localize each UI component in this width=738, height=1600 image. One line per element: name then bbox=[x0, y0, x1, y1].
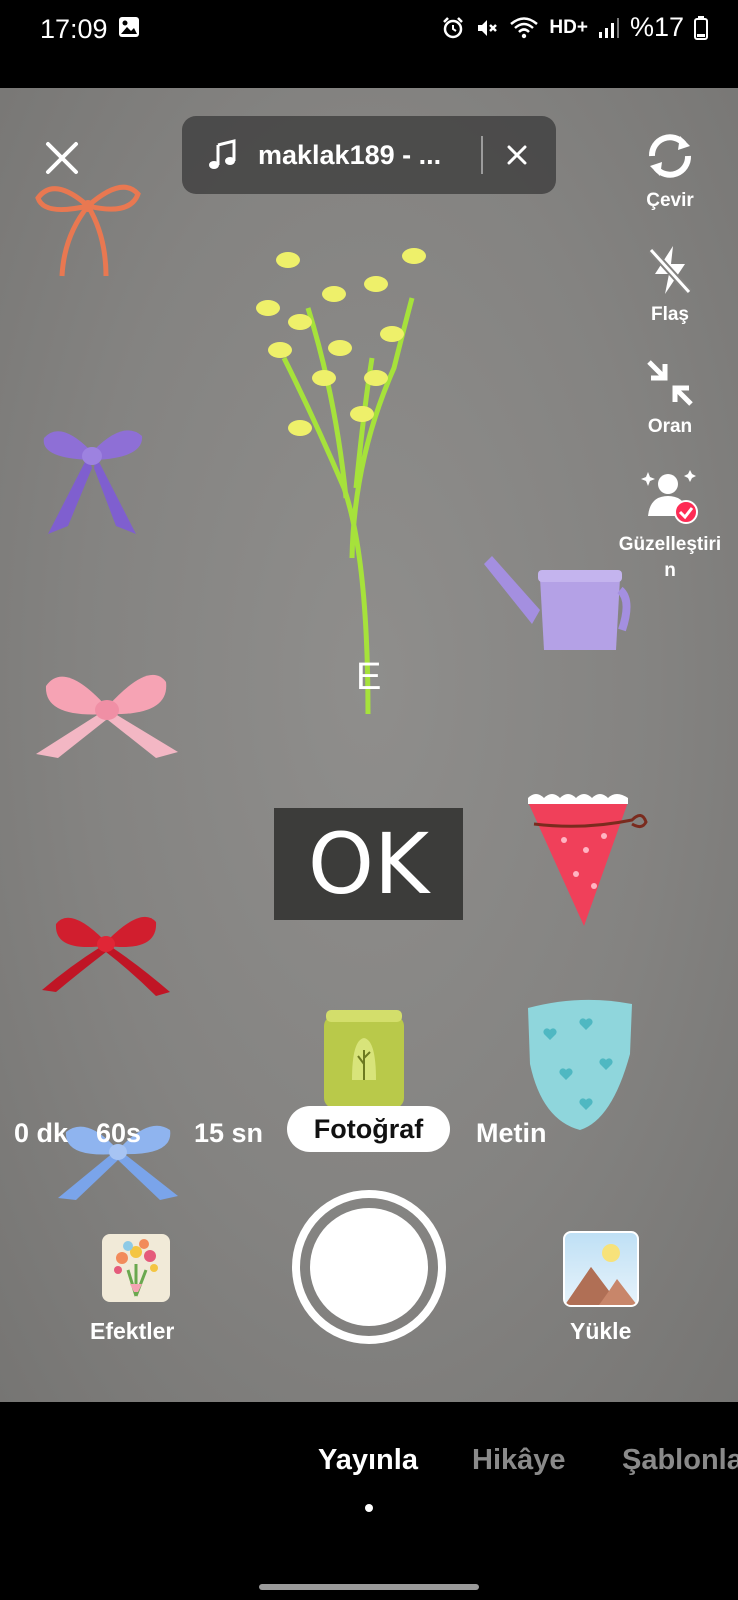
music-divider bbox=[481, 136, 483, 174]
orange-bow-sticker[interactable] bbox=[34, 176, 142, 284]
flash-button[interactable]: Flaş bbox=[610, 242, 730, 326]
flower-branch-sticker[interactable] bbox=[244, 238, 430, 718]
camera-preview[interactable]: maklak189 - ... Çevir Flaş Oran Güzelleş… bbox=[0, 88, 738, 1402]
music-title: maklak189 - ... bbox=[258, 139, 442, 170]
mute-icon bbox=[478, 19, 498, 36]
tab-story[interactable]: Hikâye bbox=[472, 1444, 566, 1477]
effects-button[interactable] bbox=[102, 1234, 170, 1302]
bottom-nav: Yayınla Hikâye Şablonla bbox=[0, 1402, 738, 1600]
wifi-icon bbox=[510, 16, 539, 38]
pink-bouquet-wrap-sticker[interactable] bbox=[524, 790, 648, 928]
battery-icon bbox=[694, 15, 708, 40]
mode-10min[interactable]: 0 dk bbox=[14, 1118, 68, 1149]
network-type: HD+ bbox=[549, 16, 588, 38]
ratio-label: Oran bbox=[647, 416, 693, 437]
beautify-label: Güzelleştiri n bbox=[618, 534, 722, 581]
remove-music-icon[interactable] bbox=[504, 142, 530, 168]
upload-button[interactable] bbox=[563, 1231, 639, 1307]
close-icon[interactable] bbox=[42, 138, 82, 178]
signal-icon bbox=[598, 17, 619, 38]
upload-label: Yükle bbox=[570, 1318, 632, 1344]
flip-camera-button[interactable]: Çevir bbox=[610, 128, 730, 212]
flip-camera-icon bbox=[649, 134, 691, 178]
shutter-inner bbox=[310, 1208, 428, 1326]
status-time: 17:09 bbox=[40, 14, 108, 44]
red-bow-sticker[interactable] bbox=[40, 912, 172, 1002]
ratio-button[interactable]: Oran bbox=[610, 356, 730, 438]
ratio-icon bbox=[647, 360, 693, 406]
mode-15s[interactable]: 15 sn bbox=[194, 1118, 263, 1149]
music-note-icon bbox=[209, 139, 236, 169]
tab-publish[interactable]: Yayınla bbox=[318, 1444, 418, 1477]
mode-60s[interactable]: 60s bbox=[96, 1118, 141, 1149]
ok-text-box[interactable]: OK bbox=[274, 808, 463, 920]
watering-can-sticker[interactable] bbox=[482, 550, 632, 660]
music-selector[interactable]: maklak189 - ... bbox=[182, 116, 556, 194]
gallery-icon bbox=[565, 1244, 637, 1305]
status-icons: HD+ %17 bbox=[441, 12, 708, 43]
battery-percent: %17 bbox=[629, 12, 684, 42]
image-notification-icon bbox=[119, 17, 139, 37]
flash-off-icon bbox=[648, 246, 692, 295]
status-bar: 17:09 HD+ %17 bbox=[0, 0, 738, 88]
pink-bow-sticker[interactable] bbox=[34, 666, 180, 766]
alarm-icon bbox=[443, 16, 464, 38]
mode-photo[interactable]: Fotoğraf bbox=[287, 1106, 450, 1152]
flash-label: Flaş bbox=[650, 304, 690, 325]
home-indicator[interactable] bbox=[259, 1584, 479, 1590]
capture-mode-selector[interactable]: 0 dk 60s 15 sn Fotoğraf Metin bbox=[0, 1106, 738, 1156]
flip-camera-label: Çevir bbox=[646, 190, 694, 211]
beautify-icon bbox=[641, 470, 698, 524]
effects-label: Efektler bbox=[90, 1318, 175, 1344]
bouquet-effect-icon bbox=[114, 1239, 158, 1297]
tab-templates[interactable]: Şablonla bbox=[622, 1444, 738, 1477]
mode-text[interactable]: Metin bbox=[476, 1118, 547, 1149]
jar-sticker[interactable] bbox=[322, 1010, 406, 1110]
shutter-button[interactable] bbox=[292, 1190, 446, 1344]
purple-bow-sticker[interactable] bbox=[40, 422, 146, 546]
active-tab-indicator bbox=[365, 1504, 373, 1512]
flower-letter: E bbox=[356, 656, 382, 698]
